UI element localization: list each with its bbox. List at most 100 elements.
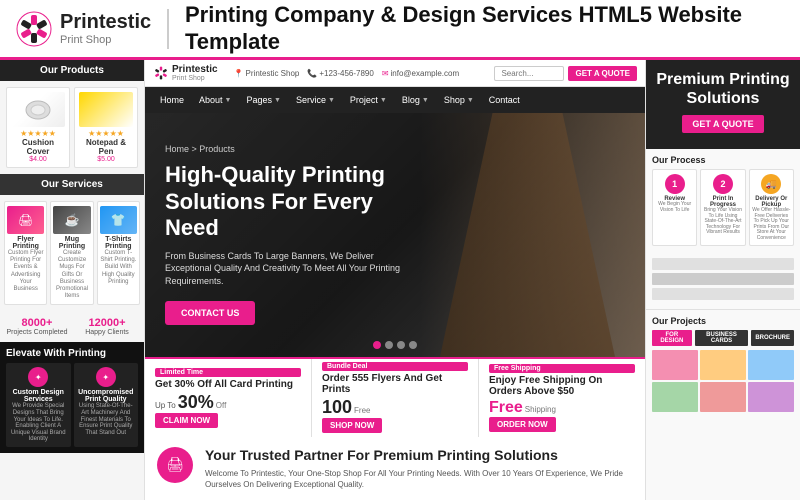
product-stars: ★★★★★: [11, 129, 65, 138]
site-search: GET A QUOTE: [494, 66, 637, 81]
process-title: Our Process: [652, 155, 794, 165]
premium-card: Premium Printing Solutions GET A QUOTE: [646, 60, 800, 149]
stat-label-1: Projects Completed: [4, 329, 70, 336]
product-grid: ★★★★★ Cushion Cover $4.00 ★★★★★ Notepad …: [0, 81, 144, 174]
right-promos: [646, 252, 800, 309]
process-step-desc-2: Bring Your Vision To Life Using State-Of…: [703, 208, 742, 236]
deal-badge-1: Limited Time: [155, 368, 301, 377]
process-icon-1: 1: [665, 174, 685, 194]
hero-subtitle: From Business Cards To Large Banners, We…: [165, 250, 418, 288]
logo-text-area: Printestic Print Shop: [60, 11, 151, 46]
deal-btn-1[interactable]: CLAIM NOW: [155, 413, 218, 428]
elevate-item-2: ✦ Uncompromised Print Quality Using Stat…: [74, 363, 139, 447]
elevate-item-1: ✦ Custom Design Services We Provide Spec…: [6, 363, 71, 447]
nav-arrow-4: ▼: [380, 97, 387, 104]
nav-service[interactable]: Service▼: [289, 91, 342, 109]
promo-bar-2: [652, 273, 794, 285]
process-step-1: 1 Review We Begin Your Vision To Life: [652, 169, 697, 246]
deal-title-3: Enjoy Free Shipping On Orders Above $50: [489, 375, 635, 397]
deal-big-3: Free: [489, 399, 523, 417]
site-location: 📍 Printestic Shop: [234, 69, 300, 78]
process-icon-2: 2: [713, 174, 733, 194]
deal-suffix-1: Off: [216, 401, 227, 410]
main-content: Our Products ★★★★★ Cushion Cover $4.00 ★…: [0, 60, 800, 500]
project-thumb-6[interactable]: [748, 382, 794, 412]
hero-dot-3[interactable]: [397, 341, 405, 349]
nav-arrow: ▼: [225, 97, 232, 104]
hero-cta-button[interactable]: CONTACT US: [165, 301, 255, 325]
service-items: 🖨 Flyer Printing Custom Flyer Printing F…: [0, 195, 144, 311]
project-btns: FOR DESIGN BUSINESS CARDS BROCHURE: [652, 330, 794, 346]
project-thumb-4[interactable]: [652, 382, 698, 412]
product-item[interactable]: ★★★★★ Cushion Cover $4.00: [6, 87, 70, 168]
nav-blog[interactable]: Blog▼: [395, 91, 436, 109]
phone-icon: 📞: [307, 69, 317, 78]
deal-value-prefix-1: Up To: [155, 401, 176, 410]
nav-arrow-3: ▼: [328, 97, 335, 104]
project-btn-2[interactable]: BUSINESS CARDS: [695, 330, 749, 346]
stats-row: 8000+ Projects Completed 12000+ Happy Cl…: [0, 311, 144, 342]
deal-item-1: Limited Time Get 30% Off All Card Printi…: [145, 359, 312, 437]
site-email: ✉ info@example.com: [382, 69, 459, 78]
product-price-2: $5.00: [79, 156, 133, 163]
deal-badge-2: Bundle Deal: [322, 362, 468, 371]
premium-quote-btn[interactable]: GET A QUOTE: [682, 115, 763, 133]
hero-dot-2[interactable]: [385, 341, 393, 349]
nav-project[interactable]: Project▼: [343, 91, 394, 109]
site-logo-name: Printestic: [172, 64, 218, 75]
deal-item-3: Free Shipping Enjoy Free Shipping On Ord…: [479, 359, 645, 437]
elevate-icon-2: ✦: [96, 367, 116, 387]
product-name-1: Cushion Cover: [11, 138, 65, 156]
nav-about[interactable]: About▼: [192, 91, 238, 109]
stat-num-2: 12000+: [74, 317, 140, 329]
service-desc-2: Create Customize Mugs For Gifts Or Busin…: [53, 250, 90, 300]
elevate-name-1: Custom Design Services: [10, 389, 67, 403]
stat-projects: 8000+ Projects Completed: [4, 317, 70, 336]
search-input[interactable]: [494, 66, 564, 81]
nav-shop[interactable]: Shop▼: [437, 91, 481, 109]
project-thumb-5[interactable]: [700, 382, 746, 412]
nav-arrow-6: ▼: [467, 97, 474, 104]
elevate-desc-2: Using State-Of-The-Art Machinery And Fin…: [78, 403, 135, 436]
deal-btn-3[interactable]: ORDER NOW: [489, 417, 556, 432]
nav-contact[interactable]: Contact: [482, 91, 527, 109]
hero-dot-4[interactable]: [409, 341, 417, 349]
project-btn-1[interactable]: FOR DESIGN: [652, 330, 692, 346]
service-item-tshirt[interactable]: 👕 T-Shirts Printing Custom T-Shirt Print…: [97, 201, 140, 305]
quote-button[interactable]: GET A QUOTE: [568, 66, 637, 81]
service-name-1: Flyer Printing: [7, 236, 44, 250]
service-item-mug[interactable]: ☕ Mug Printing Create Customize Mugs For…: [50, 201, 93, 305]
project-btn-3[interactable]: BROCHURE: [751, 330, 794, 346]
deal-btn-2[interactable]: SHOP NOW: [322, 418, 382, 433]
notepad-img: [79, 92, 133, 127]
header-title: Printing Company & Design Services HTML5…: [185, 2, 784, 55]
site-logo-icon: [153, 65, 169, 81]
projects-title: Our Projects: [652, 316, 794, 326]
site-info: 📍 Printestic Shop 📞 +123-456-7890 ✉ info…: [234, 69, 460, 78]
stat-clients: 12000+ Happy Clients: [74, 317, 140, 336]
cushion-img: [11, 92, 65, 127]
nav-home[interactable]: Home: [153, 91, 191, 109]
nav-pages[interactable]: Pages▼: [239, 91, 287, 109]
project-grid: [652, 350, 794, 412]
service-item-flyer[interactable]: 🖨 Flyer Printing Custom Flyer Printing F…: [4, 201, 47, 305]
project-thumb-3[interactable]: [748, 350, 794, 380]
promo-bar-3: [652, 288, 794, 300]
process-step-desc-1: We Begin Your Vision To Life: [655, 202, 694, 213]
process-step-desc-3: We Offer Hassle-Free Deliveries To Pick …: [752, 208, 791, 241]
process-section: Our Process 1 Review We Begin Your Visio…: [646, 149, 800, 252]
about-section: 🖨 Your Trusted Partner For Premium Print…: [145, 437, 645, 500]
deal-big-1: 30%: [178, 392, 214, 413]
logo-icon: [16, 11, 52, 47]
right-sidebar: Premium Printing Solutions GET A QUOTE O…: [645, 60, 800, 500]
about-title: Your Trusted Partner For Premium Printin…: [205, 447, 633, 464]
project-thumb-1[interactable]: [652, 350, 698, 380]
hero-dot-1[interactable]: [373, 341, 381, 349]
products-section-title: Our Products: [0, 60, 144, 81]
project-thumb-2[interactable]: [700, 350, 746, 380]
deal-title-1: Get 30% Off All Card Printing: [155, 379, 301, 390]
process-step-3: 🚚 Delivery Or Pickup We Offer Hassle-Fre…: [749, 169, 794, 246]
service-desc-1: Custom Flyer Printing For Events & Adver…: [7, 250, 44, 293]
service-name-3: T-Shirts Printing: [100, 236, 137, 250]
product-item-2[interactable]: ★★★★★ Notepad & Pen $5.00: [74, 87, 138, 168]
